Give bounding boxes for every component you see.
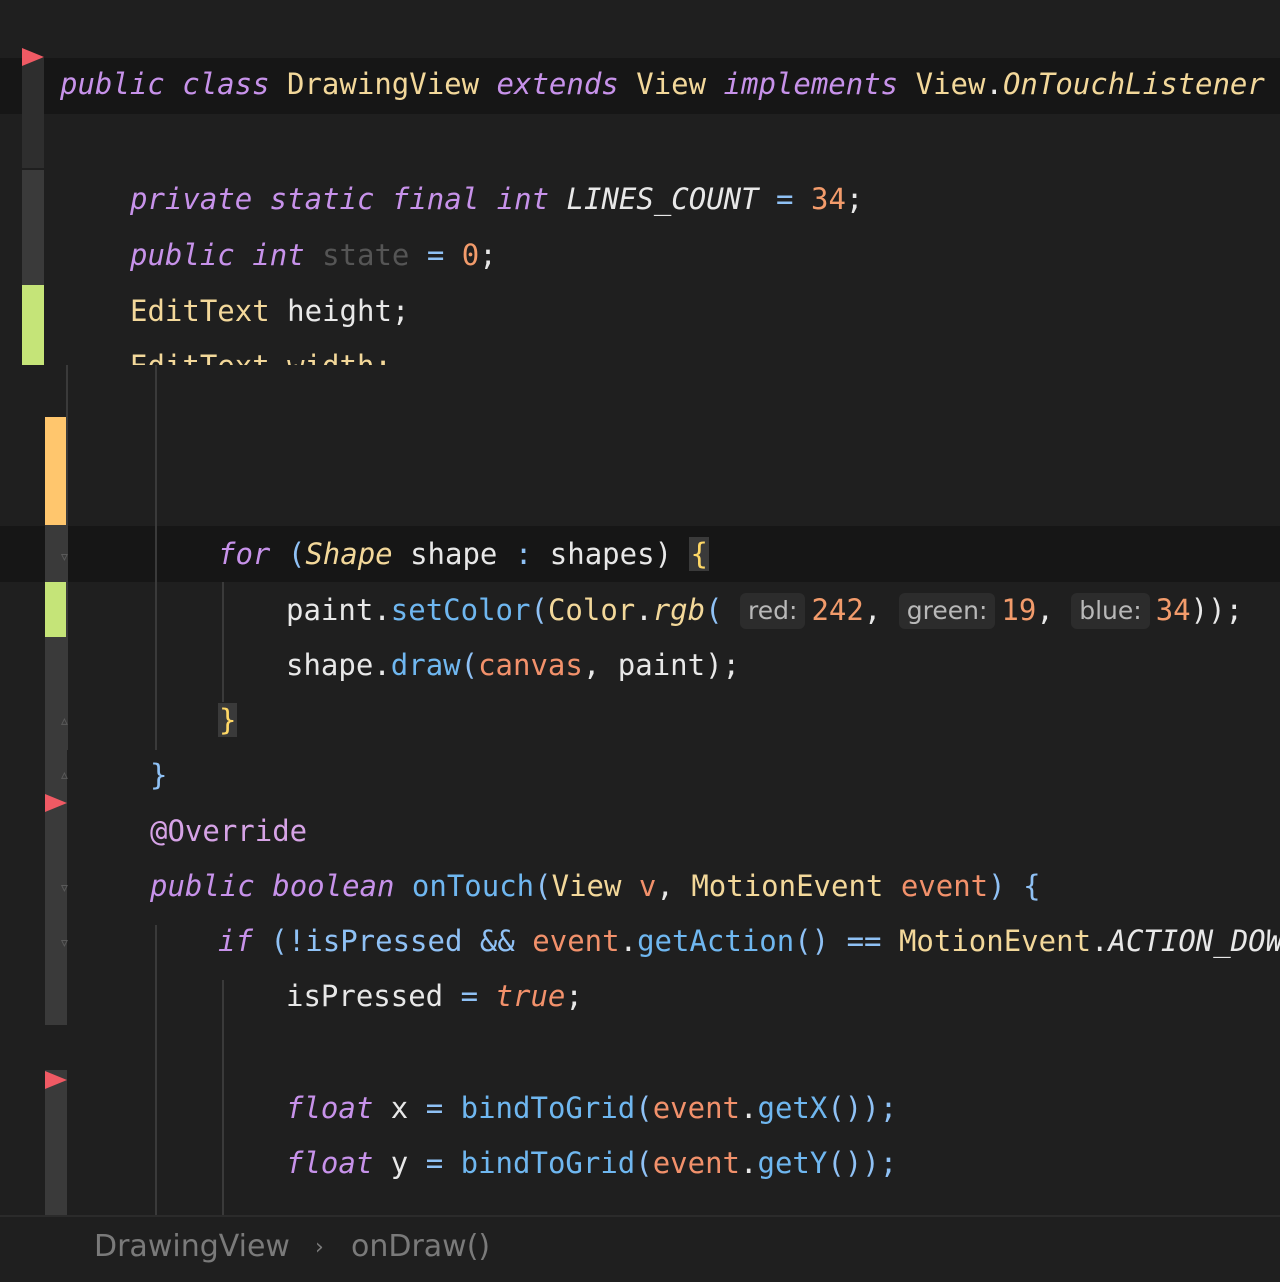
for-loop-line[interactable]: for (Shape shape : shapes) { [218, 526, 1280, 582]
indent-guide [222, 980, 224, 1215]
fold-arrow-icon[interactable]: ▿ [59, 934, 75, 952]
on-touch-signature-line[interactable]: public boolean onTouch(View v, MotionEve… [150, 858, 1280, 914]
override-annotation-line[interactable]: @Override [150, 803, 1280, 859]
gutter-change-marker [45, 637, 67, 1025]
param-hint-blue: blue: [1071, 593, 1150, 629]
breadcrumb: DrawingView › onDraw() [0, 1215, 1280, 1282]
set-color-line[interactable]: paint.setColor(Color.rgb( red: 242, green… [286, 582, 1280, 638]
float-x-line[interactable]: float x = bindToGrid(event.getX()); [286, 1080, 1280, 1136]
bookmark-flag-icon[interactable] [22, 48, 44, 66]
gutter-change-marker [45, 1070, 67, 1215]
gutter-change-marker [22, 170, 44, 285]
fold-arrow-icon[interactable]: ▿ [59, 548, 75, 566]
fold-arrow-icon[interactable]: ▵ [59, 766, 75, 784]
closing-brace-inner[interactable]: } [218, 692, 1280, 748]
gutter-change-marker [22, 58, 44, 168]
breadcrumb-method[interactable]: onDraw() [351, 1229, 490, 1264]
editor-snippet-top: public class DrawingView extends View im… [0, 0, 1280, 365]
is-pressed-assign-line[interactable]: isPressed = true; [286, 968, 1280, 1024]
fold-arrow-icon[interactable]: ▵ [59, 712, 75, 730]
indent-guide [155, 365, 157, 750]
param-hint-red: red: [740, 593, 806, 629]
bookmark-flag-icon[interactable] [45, 794, 67, 812]
bookmark-flag-icon[interactable] [45, 1071, 67, 1089]
field-lines-count-line[interactable]: private static final int LINES_COUNT = 3… [130, 171, 1280, 227]
breadcrumb-class[interactable]: DrawingView [94, 1229, 290, 1264]
gutter-modified-marker [45, 417, 67, 525]
gutter-added-marker [22, 285, 44, 365]
draw-line[interactable]: shape.draw(canvas, paint); [286, 637, 1280, 693]
indent-guide [155, 925, 157, 1215]
indent-guide [222, 582, 224, 702]
breadcrumb-separator: › [315, 1235, 324, 1260]
gutter-added-marker [45, 582, 67, 637]
closing-brace-outer[interactable]: } [150, 747, 1280, 803]
param-hint-green: green: [898, 593, 996, 629]
if-condition-line[interactable]: if (!isPressed && event.getAction() == M… [218, 913, 1280, 969]
editor-snippet-main: ▿ ▵ ▵ ▿ ▿ for (Shape shape : shapes) { p… [0, 365, 1280, 1215]
class-declaration-line[interactable]: public class DrawingView extends View im… [60, 56, 1280, 112]
field-height-line[interactable]: EditText height; [130, 283, 1280, 339]
field-state-line[interactable]: public int state = 0; [130, 227, 1280, 283]
partial-code-line: EditText width; [130, 338, 1280, 365]
float-y-line[interactable]: float y = bindToGrid(event.getY()); [286, 1135, 1280, 1191]
fold-arrow-icon[interactable]: ▿ [59, 879, 75, 897]
